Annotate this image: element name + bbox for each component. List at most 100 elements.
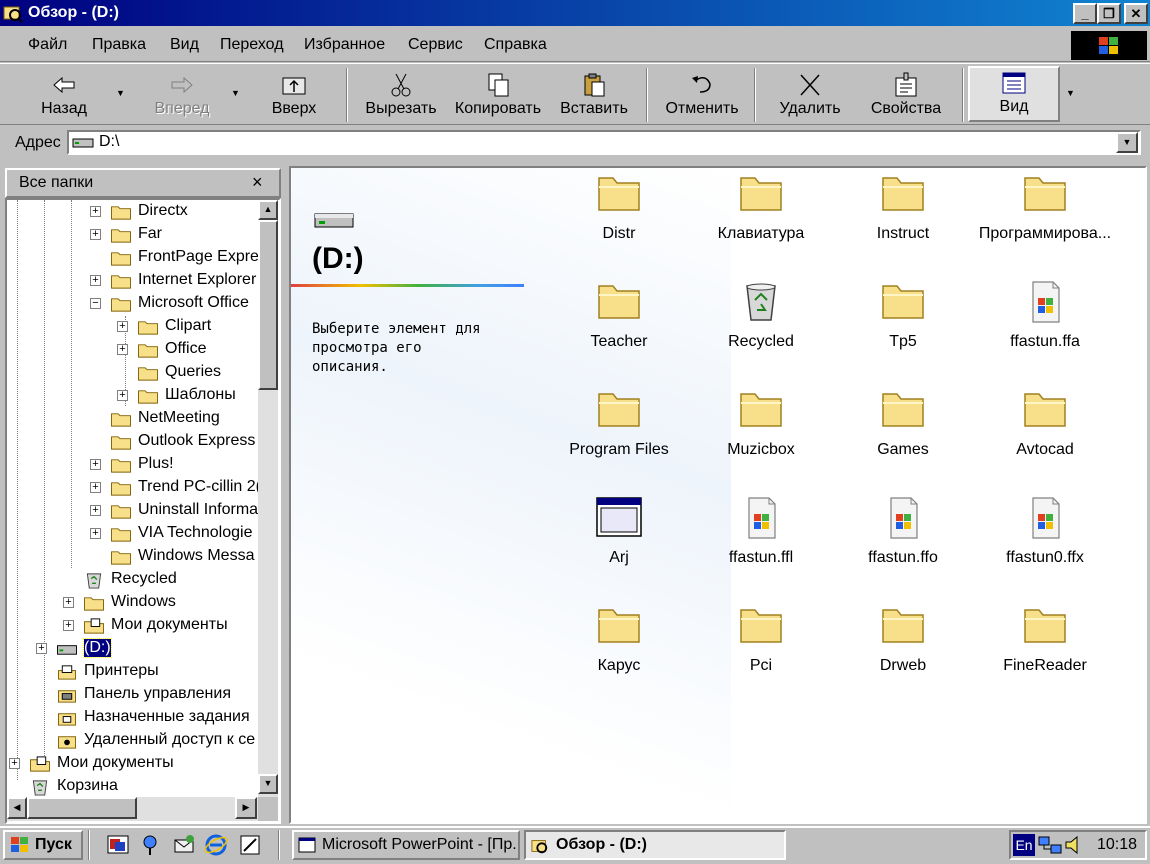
title-bar[interactable] bbox=[0, 0, 1150, 26]
tree-node[interactable]: + Trend PC-cillin 2( bbox=[7, 477, 263, 499]
tree-node[interactable]: + Internet Explorer bbox=[7, 270, 263, 292]
file-item[interactable]: Recycled bbox=[691, 278, 831, 374]
tree-node[interactable]: Удаленный доступ к се bbox=[7, 730, 263, 752]
expand-icon[interactable]: + bbox=[90, 206, 101, 217]
minimize-button[interactable]: _ bbox=[1073, 3, 1097, 24]
quick-launch-notepad-icon[interactable] bbox=[238, 833, 262, 857]
cut-button[interactable]: Вырезать bbox=[358, 70, 444, 122]
start-button[interactable]: Пуск bbox=[3, 830, 83, 860]
expand-icon[interactable]: + bbox=[63, 597, 74, 608]
expand-icon[interactable]: + bbox=[90, 459, 101, 470]
tree-node[interactable]: Принтеры bbox=[7, 661, 263, 683]
network-icon[interactable] bbox=[1037, 833, 1063, 857]
tree-node[interactable]: + Мои документы bbox=[7, 753, 263, 775]
file-item[interactable]: Pci bbox=[691, 602, 831, 698]
tree-node[interactable]: + Directx bbox=[7, 201, 263, 223]
internet-explorer-icon[interactable] bbox=[204, 833, 228, 857]
expand-icon[interactable]: + bbox=[36, 643, 47, 654]
taskbar-item-powerpoint[interactable]: Microsoft PowerPoint - [Пр... bbox=[292, 830, 520, 860]
language-indicator[interactable]: En bbox=[1013, 834, 1035, 856]
tree-node[interactable]: + Clipart bbox=[7, 316, 263, 338]
tree-node[interactable]: + VIA Technologie bbox=[7, 523, 263, 545]
file-item[interactable]: Instruct bbox=[833, 170, 973, 266]
back-dropdown[interactable]: ▼ bbox=[116, 88, 125, 98]
restore-button[interactable]: ❐ bbox=[1097, 3, 1121, 24]
close-button[interactable]: ✕ bbox=[1124, 3, 1148, 24]
tree-node[interactable]: + Far bbox=[7, 224, 263, 246]
menu-file[interactable]: Файл bbox=[28, 36, 67, 54]
file-item[interactable]: ffastun.ffa bbox=[975, 278, 1115, 374]
up-button[interactable]: Вверх bbox=[252, 70, 336, 122]
expand-icon[interactable]: + bbox=[90, 528, 101, 539]
tree-node[interactable]: Панель управления bbox=[7, 684, 263, 706]
scroll-left-button[interactable]: ◀ bbox=[7, 797, 27, 819]
expand-icon[interactable]: + bbox=[117, 321, 128, 332]
file-item[interactable]: Клавиатура bbox=[691, 170, 831, 266]
expand-icon[interactable]: + bbox=[9, 758, 20, 769]
address-input[interactable] bbox=[67, 130, 1141, 155]
tree-node[interactable]: Windows Messa bbox=[7, 546, 263, 568]
file-item[interactable]: ffastun.ffl bbox=[691, 494, 831, 590]
tree-node[interactable]: Outlook Express bbox=[7, 431, 263, 453]
file-item[interactable]: Avtocad bbox=[975, 386, 1115, 482]
tree-vertical-scrollbar[interactable]: ▲ ▼ bbox=[258, 200, 278, 798]
tree-node[interactable]: + Office bbox=[7, 339, 263, 361]
file-item[interactable]: Teacher bbox=[549, 278, 689, 374]
back-button[interactable]: Назад bbox=[22, 70, 106, 122]
scroll-down-button[interactable]: ▼ bbox=[258, 774, 278, 794]
collapse-icon[interactable]: − bbox=[90, 298, 101, 309]
tree-horizontal-scrollbar[interactable]: ◀ ▶ bbox=[7, 797, 259, 821]
tree-node[interactable]: + Шаблоны bbox=[7, 385, 263, 407]
menu-help[interactable]: Справка bbox=[484, 36, 547, 54]
menu-favorites[interactable]: Избранное bbox=[304, 36, 385, 54]
file-item[interactable]: Drweb bbox=[833, 602, 973, 698]
tree-node[interactable]: + Plus! bbox=[7, 454, 263, 476]
view-dropdown[interactable]: ▼ bbox=[1066, 88, 1075, 98]
properties-button[interactable]: Свойства bbox=[862, 70, 950, 122]
address-dropdown-button[interactable]: ▼ bbox=[1116, 132, 1138, 153]
tree-node[interactable]: + Uninstall Informa bbox=[7, 500, 263, 522]
outlook-express-icon[interactable] bbox=[172, 833, 196, 857]
menu-edit[interactable]: Правка bbox=[92, 36, 146, 54]
menu-go[interactable]: Переход bbox=[220, 36, 284, 54]
undo-button[interactable]: Отменить bbox=[660, 70, 744, 122]
expand-icon[interactable]: + bbox=[117, 390, 128, 401]
scroll-thumb[interactable] bbox=[258, 220, 278, 390]
delete-button[interactable]: Удалить bbox=[768, 70, 852, 122]
menu-view[interactable]: Вид bbox=[170, 36, 199, 54]
tree-node[interactable]: Корзина bbox=[7, 776, 263, 798]
file-item[interactable]: Games bbox=[833, 386, 973, 482]
file-item[interactable]: ffastun0.ffx bbox=[975, 494, 1115, 590]
tree-node[interactable]: Recycled bbox=[7, 569, 263, 591]
volume-icon[interactable] bbox=[1064, 834, 1084, 856]
tree-node[interactable]: NetMeeting bbox=[7, 408, 263, 430]
expand-icon[interactable]: + bbox=[90, 482, 101, 493]
channels-icon[interactable] bbox=[138, 833, 162, 857]
forward-button[interactable]: Вперед bbox=[140, 70, 224, 122]
paste-button[interactable]: Вставить bbox=[552, 70, 636, 122]
folders-pane-close[interactable]: × bbox=[252, 172, 263, 193]
file-item[interactable]: ffastun.ffo bbox=[833, 494, 973, 590]
scroll-thumb[interactable] bbox=[27, 797, 137, 819]
expand-icon[interactable]: + bbox=[117, 344, 128, 355]
tree-node[interactable]: + Windows bbox=[7, 592, 263, 614]
folder-tree[interactable]: + Directx + Far FrontPage Expre + Internet Exp… bbox=[5, 198, 281, 824]
show-desktop-icon[interactable] bbox=[106, 833, 130, 857]
file-item[interactable]: FineReader bbox=[975, 602, 1115, 698]
forward-dropdown[interactable]: ▼ bbox=[231, 88, 240, 98]
tree-node[interactable]: + Мои документы bbox=[7, 615, 263, 637]
expand-icon[interactable]: + bbox=[90, 505, 101, 516]
scroll-right-button[interactable]: ▶ bbox=[235, 797, 257, 819]
view-button[interactable]: Вид bbox=[968, 66, 1060, 122]
expand-icon[interactable]: + bbox=[63, 620, 74, 631]
file-item[interactable]: Программирова... bbox=[975, 170, 1115, 266]
file-item[interactable]: Arj bbox=[549, 494, 689, 590]
expand-icon[interactable]: + bbox=[90, 229, 101, 240]
file-item[interactable]: Muzicbox bbox=[691, 386, 831, 482]
tree-node[interactable]: Queries bbox=[7, 362, 263, 384]
tree-node[interactable]: + (D:) bbox=[7, 638, 263, 660]
file-item[interactable]: Distr bbox=[549, 170, 689, 266]
tree-node[interactable]: FrontPage Expre bbox=[7, 247, 263, 269]
tree-node[interactable]: − Microsoft Office bbox=[7, 293, 263, 315]
expand-icon[interactable]: + bbox=[90, 275, 101, 286]
